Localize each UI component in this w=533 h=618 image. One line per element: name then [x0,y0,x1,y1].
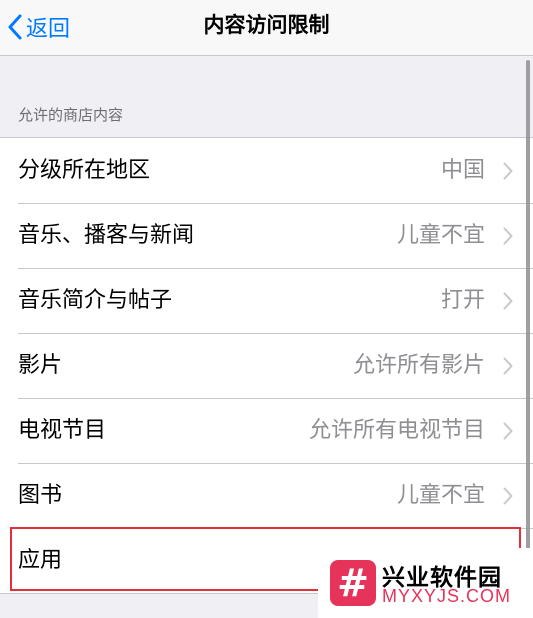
chevron-right-icon [503,292,513,310]
row-value: 中国 [440,158,485,183]
row-label: 电视节目 [18,418,107,443]
row-label: 影片 [18,353,63,378]
settings-list: 分级所在地区 中国 音乐、播客与新闻 儿童不宜 音乐简介与帖子 打开 影片 允许… [0,137,533,594]
watermark-url: MYXYJS.COM [382,586,512,606]
row-movies[interactable]: 影片 允许所有影片 [0,333,533,398]
screen: 返回 内容访问限制 允许的商店内容 分级所在地区 中国 音乐、播客与新闻 儿童不… [0,0,533,618]
row-label: 音乐简介与帖子 [18,288,173,313]
row-value: 儿童不宜 [396,483,485,508]
row-value: 允许所有电视节目 [308,418,485,443]
navigation-bar: 返回 内容访问限制 [0,0,533,56]
chevron-right-icon [503,422,513,440]
chevron-right-icon [503,162,513,180]
row-value: 打开 [440,288,485,313]
row-value: 允许所有影片 [352,353,485,378]
row-label: 应用 [18,548,63,573]
section-header: 允许的商店内容 [18,106,124,124]
row-books[interactable]: 图书 儿童不宜 [0,463,533,528]
chevron-right-icon [503,227,513,245]
row-tv-shows[interactable]: 电视节目 允许所有电视节目 [0,398,533,463]
row-label: 分级所在地区 [18,158,151,183]
row-music-profiles-posts[interactable]: 音乐简介与帖子 打开 [0,268,533,333]
row-region[interactable]: 分级所在地区 中国 [0,138,533,203]
row-label: 图书 [18,483,63,508]
row-label: 音乐、播客与新闻 [18,223,195,248]
row-music-podcasts-news[interactable]: 音乐、播客与新闻 儿童不宜 [0,203,533,268]
watermark-logo-icon: # [330,560,376,606]
watermark: # 兴业软件园 MYXYJS.COM [318,548,533,618]
chevron-right-icon [503,357,513,375]
chevron-right-icon [503,487,513,505]
scrollbar[interactable] [526,60,530,580]
row-value: 儿童不宜 [396,223,485,248]
page-title: 内容访问限制 [203,13,330,37]
